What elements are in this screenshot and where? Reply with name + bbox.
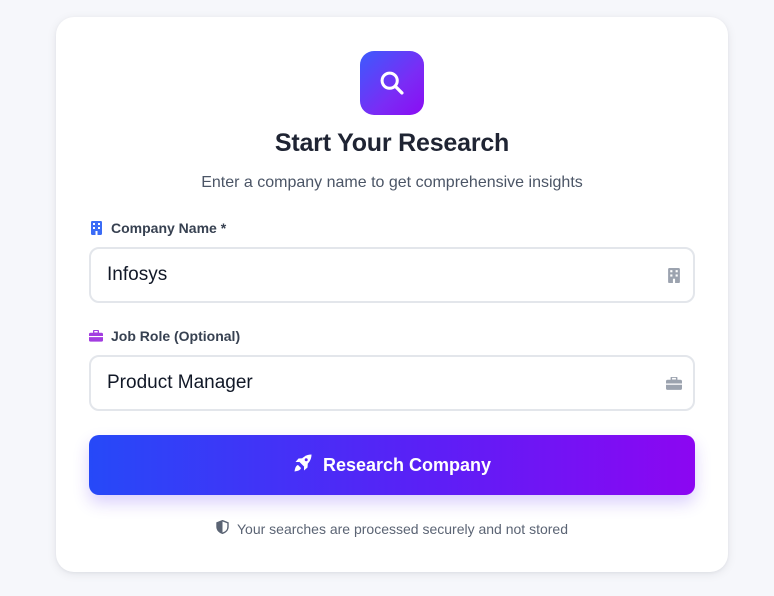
shield-icon <box>216 519 229 537</box>
page-title: Start Your Research <box>274 129 510 157</box>
job-role-label-text: Job Role (Optional) <box>111 328 241 344</box>
research-card: Start Your Research Enter a company name… <box>56 17 728 572</box>
building-icon <box>665 266 683 284</box>
page-subtitle: Enter a company name to get comprehensiv… <box>201 174 583 191</box>
briefcase-icon <box>665 374 683 392</box>
company-name-field[interactable] <box>89 247 695 303</box>
privacy-note-text: Your searches are processed securely and… <box>236 520 568 537</box>
rocket-icon <box>293 453 313 478</box>
search-icon <box>380 71 404 95</box>
company-name-input[interactable] <box>91 249 693 301</box>
briefcase-icon <box>89 328 103 344</box>
job-role-field[interactable] <box>89 355 695 411</box>
privacy-note: Your searches are processed securely and… <box>56 519 728 537</box>
company-name-label-text: Company Name * <box>111 220 227 236</box>
company-name-label: Company Name * <box>89 220 226 236</box>
job-role-label: Job Role (Optional) <box>89 328 240 344</box>
search-logo <box>360 51 424 115</box>
research-company-button-label: Research Company <box>322 454 492 475</box>
job-role-input[interactable] <box>91 357 693 409</box>
building-icon <box>89 220 103 236</box>
research-company-button[interactable]: Research Company <box>89 435 695 495</box>
